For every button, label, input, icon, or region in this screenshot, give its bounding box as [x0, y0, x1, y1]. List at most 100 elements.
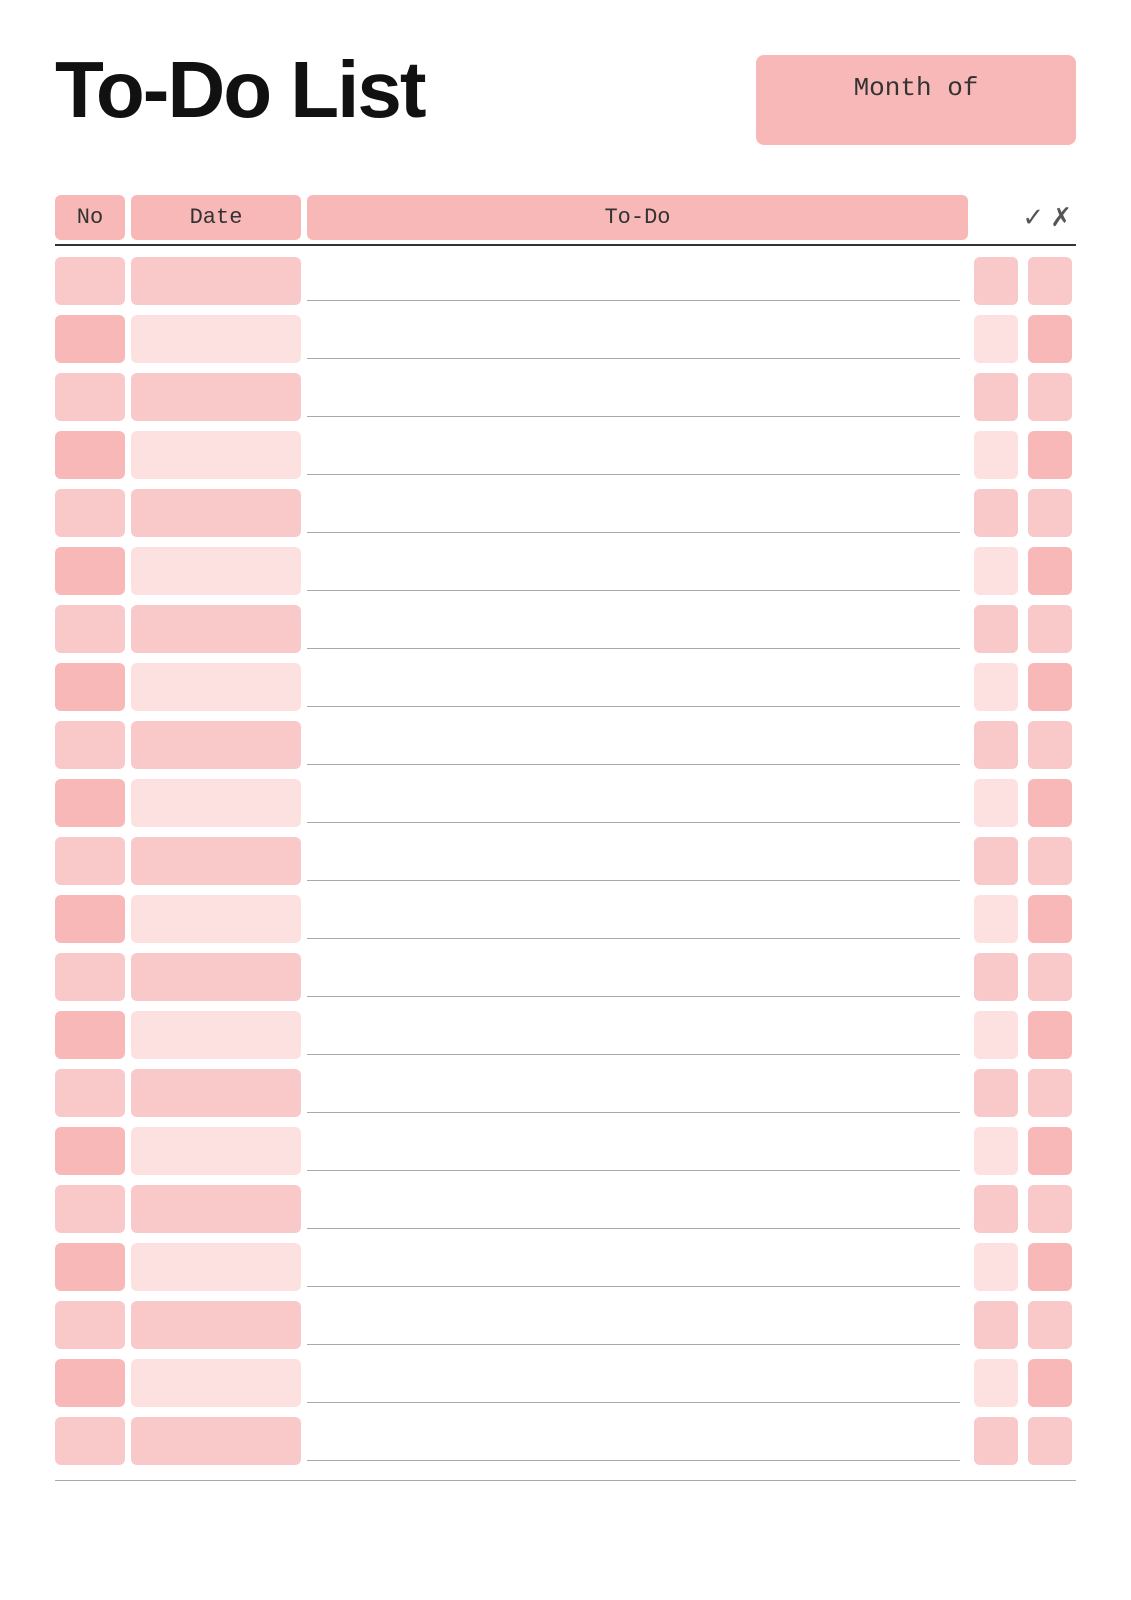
todo-line [307, 1170, 960, 1171]
row-check-cell[interactable] [974, 547, 1018, 595]
row-no-cell [55, 779, 125, 827]
row-cross-cell[interactable] [1028, 1127, 1072, 1175]
row-date-cell[interactable] [131, 953, 301, 1001]
row-check-cell[interactable] [974, 837, 1018, 885]
row-check-cell[interactable] [974, 1243, 1018, 1291]
todo-line [307, 474, 960, 475]
bottom-line [55, 1480, 1076, 1481]
todo-line [307, 358, 960, 359]
row-no-cell [55, 1243, 125, 1291]
row-cross-cell[interactable] [1028, 1069, 1072, 1117]
row-check-cell[interactable] [974, 721, 1018, 769]
row-cross-cell[interactable] [1028, 605, 1072, 653]
row-cross-cell[interactable] [1028, 1301, 1072, 1349]
row-date-cell[interactable] [131, 721, 301, 769]
row-check-cell[interactable] [974, 1417, 1018, 1465]
row-check-cell[interactable] [974, 605, 1018, 653]
col-header-todo: To-Do [307, 195, 968, 240]
table-row [55, 1180, 1076, 1238]
row-cross-cell[interactable] [1028, 1011, 1072, 1059]
row-check-cell[interactable] [974, 953, 1018, 1001]
row-cross-cell[interactable] [1028, 373, 1072, 421]
todo-line [307, 300, 960, 301]
row-no-cell [55, 547, 125, 595]
row-date-cell[interactable] [131, 547, 301, 595]
todo-line [307, 1402, 960, 1403]
todo-line [307, 880, 960, 881]
row-cross-cell[interactable] [1028, 315, 1072, 363]
row-date-cell[interactable] [131, 663, 301, 711]
row-no-cell [55, 895, 125, 943]
row-no-cell [55, 1069, 125, 1117]
row-date-cell[interactable] [131, 605, 301, 653]
row-check-cell[interactable] [974, 663, 1018, 711]
row-cross-cell[interactable] [1028, 1243, 1072, 1291]
row-date-cell[interactable] [131, 431, 301, 479]
row-no-cell [55, 1011, 125, 1059]
row-no-cell [55, 1359, 125, 1407]
row-date-cell[interactable] [131, 373, 301, 421]
row-check-cell[interactable] [974, 1301, 1018, 1349]
row-date-cell[interactable] [131, 1359, 301, 1407]
row-check-cell[interactable] [974, 1011, 1018, 1059]
row-date-cell[interactable] [131, 1127, 301, 1175]
row-date-cell[interactable] [131, 1069, 301, 1117]
row-check-cell[interactable] [974, 1069, 1018, 1117]
row-cross-cell[interactable] [1028, 895, 1072, 943]
row-check-cell[interactable] [974, 779, 1018, 827]
row-check-cell[interactable] [974, 489, 1018, 537]
row-check-cell[interactable] [974, 257, 1018, 305]
row-date-cell[interactable] [131, 489, 301, 537]
row-cross-cell[interactable] [1028, 721, 1072, 769]
todo-line [307, 1344, 960, 1345]
row-date-cell[interactable] [131, 1301, 301, 1349]
row-date-cell[interactable] [131, 257, 301, 305]
row-no-cell [55, 663, 125, 711]
row-check-cell[interactable] [974, 431, 1018, 479]
row-cross-cell[interactable] [1028, 953, 1072, 1001]
row-check-cell[interactable] [974, 1185, 1018, 1233]
row-todo-area [307, 430, 968, 480]
todo-line [307, 648, 960, 649]
table-row [55, 774, 1076, 832]
row-date-cell[interactable] [131, 895, 301, 943]
row-todo-area [307, 488, 968, 538]
table-row [55, 1412, 1076, 1470]
row-cross-cell[interactable] [1028, 431, 1072, 479]
row-date-cell[interactable] [131, 315, 301, 363]
month-box[interactable]: Month of [756, 55, 1076, 145]
row-date-cell[interactable] [131, 837, 301, 885]
page: To-Do List Month of No Date To-Do ✓ ✗ [0, 0, 1131, 1600]
todo-line [307, 764, 960, 765]
table-row [55, 252, 1076, 310]
row-date-cell[interactable] [131, 1417, 301, 1465]
row-check-cell[interactable] [974, 373, 1018, 421]
row-date-cell[interactable] [131, 1011, 301, 1059]
row-cross-cell[interactable] [1028, 1359, 1072, 1407]
row-cross-cell[interactable] [1028, 1185, 1072, 1233]
row-no-cell [55, 373, 125, 421]
table-row [55, 1354, 1076, 1412]
row-date-cell[interactable] [131, 1243, 301, 1291]
table-row [55, 948, 1076, 1006]
row-cross-cell[interactable] [1028, 1417, 1072, 1465]
row-cross-cell[interactable] [1028, 257, 1072, 305]
row-cross-cell[interactable] [1028, 779, 1072, 827]
row-check-cell[interactable] [974, 315, 1018, 363]
todo-line [307, 1286, 960, 1287]
row-cross-cell[interactable] [1028, 489, 1072, 537]
table-row [55, 484, 1076, 542]
row-cross-cell[interactable] [1028, 837, 1072, 885]
row-todo-area [307, 1242, 968, 1292]
row-date-cell[interactable] [131, 1185, 301, 1233]
row-check-cell[interactable] [974, 895, 1018, 943]
row-check-cell[interactable] [974, 1359, 1018, 1407]
row-cross-cell[interactable] [1028, 663, 1072, 711]
row-todo-area [307, 1184, 968, 1234]
row-todo-area [307, 256, 968, 306]
row-no-cell [55, 257, 125, 305]
row-check-cell[interactable] [974, 1127, 1018, 1175]
rows-container [55, 252, 1076, 1470]
row-cross-cell[interactable] [1028, 547, 1072, 595]
row-date-cell[interactable] [131, 779, 301, 827]
